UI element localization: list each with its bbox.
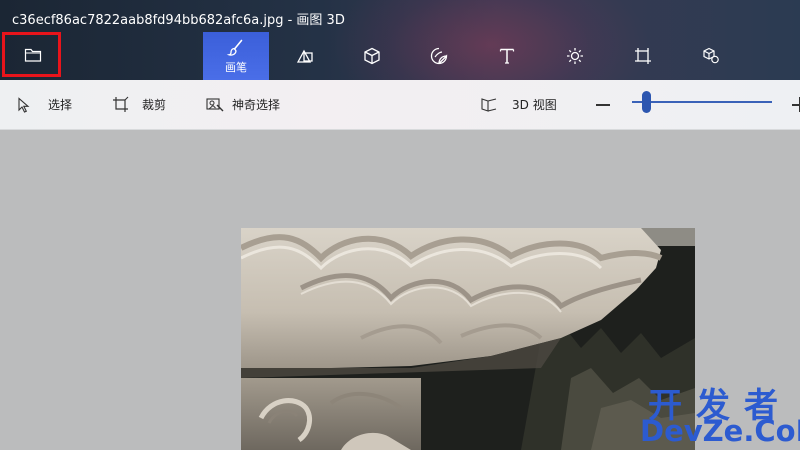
menu-highlight-box — [2, 32, 61, 77]
2d-shapes-icon — [296, 49, 313, 63]
sun-icon — [567, 48, 583, 64]
zoom-slider-thumb[interactable] — [642, 91, 651, 113]
tool-3d-shapes[interactable] — [339, 32, 405, 80]
3d-view-button[interactable]: 3D 视图 — [480, 80, 557, 129]
crop-canvas-icon — [635, 48, 651, 64]
brush-icon — [226, 39, 243, 56]
sticker-icon — [430, 47, 448, 65]
select-label: 选择 — [48, 98, 73, 112]
tool-3d-library[interactable] — [678, 32, 744, 80]
text-icon — [499, 48, 515, 64]
3d-library-icon — [703, 47, 719, 64]
tool-brushes[interactable]: 画笔 — [203, 32, 269, 80]
magic-select-icon — [206, 97, 224, 111]
tool-2d-shapes[interactable] — [272, 32, 338, 80]
zoom-out-icon[interactable] — [596, 104, 610, 106]
tool-canvas[interactable] — [610, 32, 676, 80]
secondary-toolbar: 选择 裁剪 神奇选择 3D 视图 — [0, 80, 800, 130]
crop-icon — [113, 96, 129, 112]
watermark-logo: 开发者 DevZe.CoM — [640, 378, 800, 450]
tool-stickers[interactable] — [406, 32, 472, 80]
zoom-slider[interactable] — [632, 101, 772, 103]
stone-sculpture-photo — [241, 228, 695, 450]
app-header: c36ecf86ac7822aab8fd94bb682afc6a.jpg - 画… — [0, 0, 800, 80]
tool-text[interactable] — [474, 32, 540, 80]
crop-button[interactable]: 裁剪 — [112, 80, 166, 129]
magic-select-button[interactable]: 神奇选择 — [206, 80, 280, 129]
cube-icon — [364, 47, 380, 65]
3d-view-icon — [481, 97, 497, 112]
canvas-image[interactable] — [241, 228, 695, 450]
select-button[interactable]: 选择 — [16, 80, 72, 129]
window-title: c36ecf86ac7822aab8fd94bb682afc6a.jpg - 画… — [12, 13, 345, 28]
magic-select-label: 神奇选择 — [232, 98, 281, 112]
crop-label: 裁剪 — [142, 98, 167, 112]
tool-effects[interactable] — [542, 32, 608, 80]
3d-view-label: 3D 视图 — [512, 98, 557, 112]
watermark-english-text: DevZe.CoM — [640, 414, 800, 448]
cursor-icon — [18, 96, 30, 113]
tool-brushes-label: 画笔 — [225, 60, 247, 74]
